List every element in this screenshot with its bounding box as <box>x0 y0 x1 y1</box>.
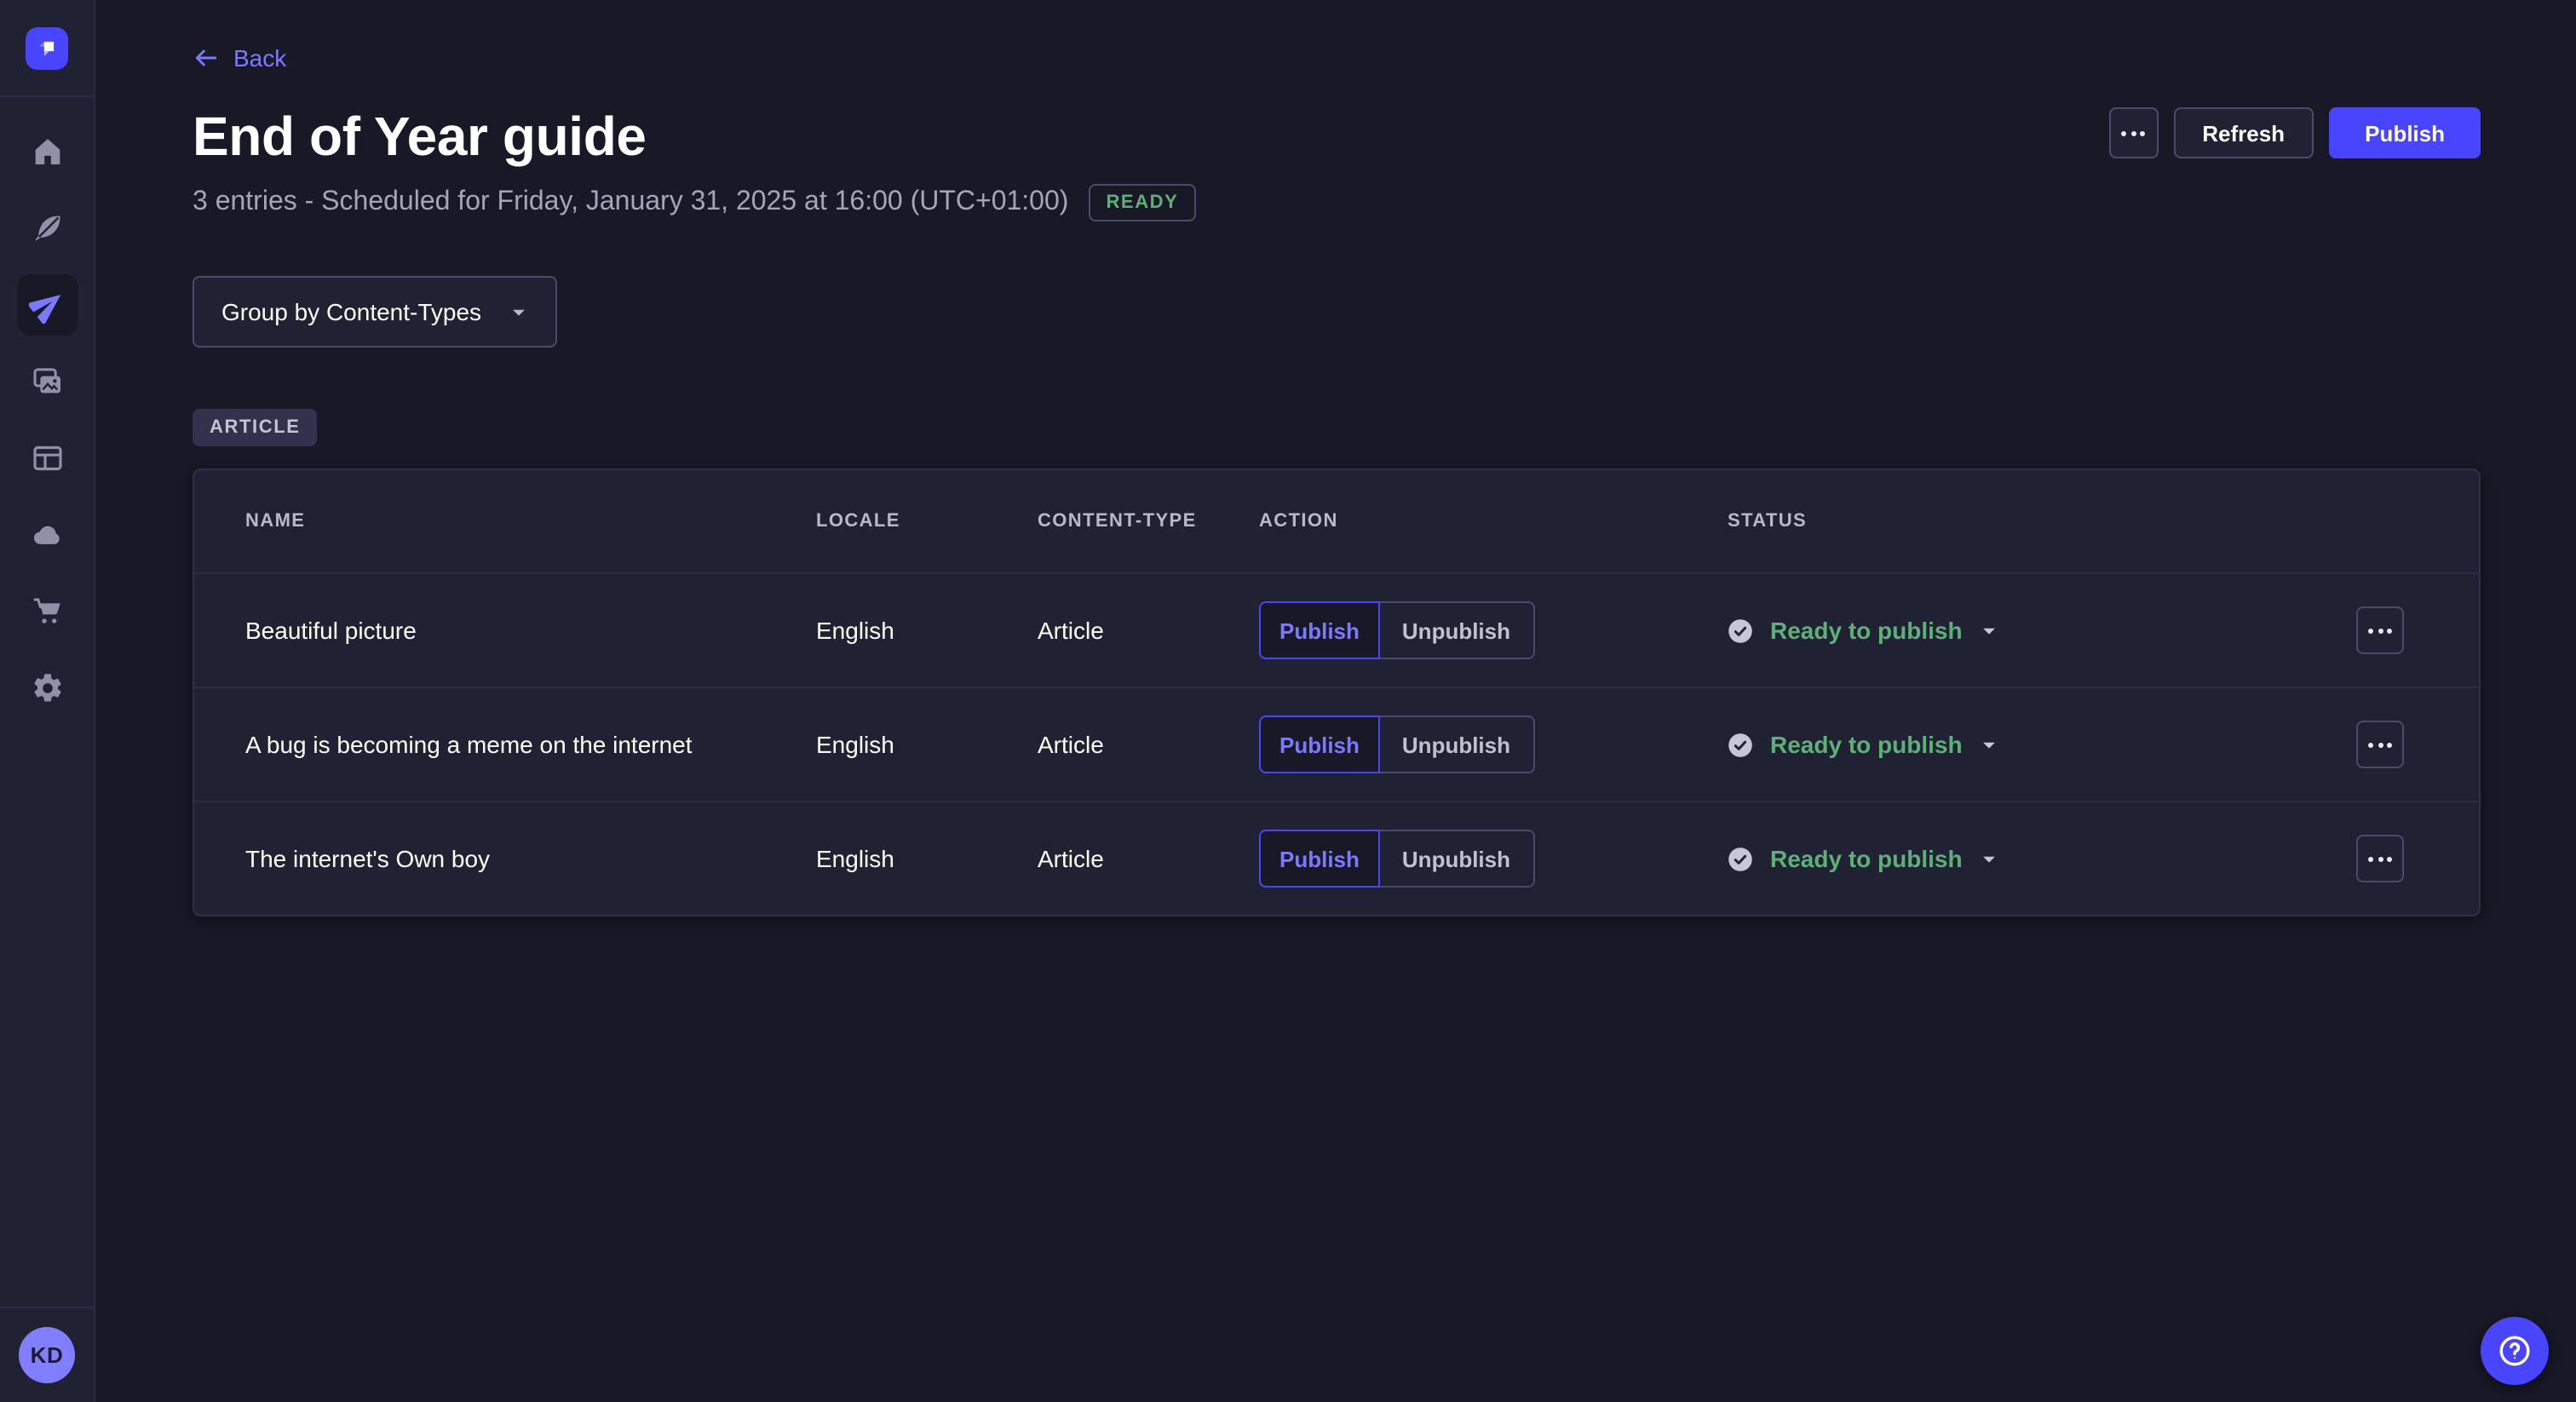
table-row: A bug is becoming a meme on the internet… <box>194 687 2479 801</box>
action-toggle: Publish Unpublish <box>1259 601 1699 659</box>
sidebar-footer: KD <box>0 1307 94 1402</box>
page-title: End of Year guide <box>193 104 647 169</box>
back-label: Back <box>233 44 286 72</box>
sidebar-item-deploy[interactable] <box>16 504 78 566</box>
home-icon <box>30 135 64 169</box>
entries-table: NAME LOCALE CONTENT-TYPE ACTION STATUS B… <box>193 468 2481 916</box>
sidebar-item-marketplace[interactable] <box>16 581 78 642</box>
group-by-select[interactable]: Group by Content-Types <box>193 276 556 348</box>
entry-name: A bug is becoming a meme on the internet <box>245 731 816 758</box>
entry-locale: English <box>816 845 1038 872</box>
entry-status[interactable]: Ready to publish <box>1699 845 2332 872</box>
check-circle-icon <box>1728 846 1753 871</box>
row-unpublish-button[interactable]: Unpublish <box>1380 715 1534 773</box>
entry-status[interactable]: Ready to publish <box>1699 617 2332 644</box>
column-locale: LOCALE <box>816 511 1038 531</box>
toolbar: Group by Content-Types <box>193 276 2481 348</box>
row-unpublish-button[interactable]: Unpublish <box>1380 830 1534 888</box>
ellipsis-icon <box>2368 628 2392 633</box>
question-mark-icon <box>2496 1332 2533 1370</box>
entry-content-type: Article <box>1038 617 1259 644</box>
ellipsis-icon <box>2368 742 2392 747</box>
title-row: End of Year guide Refresh Publish <box>193 104 2481 169</box>
table-header: NAME LOCALE CONTENT-TYPE ACTION STATUS <box>194 470 2479 572</box>
cloud-icon <box>28 518 66 552</box>
entry-name: Beautiful picture <box>245 617 816 644</box>
more-actions-button[interactable] <box>2108 107 2158 158</box>
gear-icon <box>30 671 64 705</box>
help-button[interactable] <box>2481 1317 2549 1385</box>
row-more-button[interactable] <box>2356 835 2404 882</box>
row-publish-button[interactable]: Publish <box>1259 715 1380 773</box>
group-by-label: Group by Content-Types <box>221 298 481 325</box>
paper-plane-icon <box>28 286 66 324</box>
action-toggle: Publish Unpublish <box>1259 715 1699 773</box>
sidebar-item-content-manager[interactable] <box>16 198 78 259</box>
row-more-button[interactable] <box>2356 721 2404 768</box>
sidebar-item-settings[interactable] <box>16 658 78 719</box>
chevron-down-icon <box>1980 849 1998 868</box>
status-text: Ready to publish <box>1770 845 1963 872</box>
subtitle-row: 3 entries - Scheduled for Friday, Januar… <box>193 184 2481 221</box>
avatar[interactable]: KD <box>19 1327 75 1383</box>
publish-release-button[interactable]: Publish <box>2329 107 2481 158</box>
chevron-down-icon <box>509 302 527 321</box>
sidebar-nav <box>0 97 94 1307</box>
strapi-logo-icon <box>34 35 60 60</box>
app-root: KD Back End of Year guide Refresh Publis… <box>0 0 2576 1402</box>
images-icon <box>30 365 64 399</box>
row-unpublish-button[interactable]: Unpublish <box>1380 601 1534 659</box>
entry-locale: English <box>816 731 1038 758</box>
entry-status[interactable]: Ready to publish <box>1699 731 2332 758</box>
layout-icon <box>30 441 64 475</box>
sidebar-item-media-library[interactable] <box>16 351 78 412</box>
check-circle-icon <box>1728 618 1753 643</box>
row-more-button[interactable] <box>2356 606 2404 654</box>
entry-name: The internet's Own boy <box>245 845 816 872</box>
sidebar-item-home[interactable] <box>16 121 78 182</box>
content-group-label: ARTICLE <box>193 409 2481 446</box>
main-content: Back End of Year guide Refresh Publish 3… <box>95 0 2576 1402</box>
sidebar-item-releases[interactable] <box>16 274 78 336</box>
chevron-down-icon <box>1980 735 1998 754</box>
row-publish-button[interactable]: Publish <box>1259 830 1380 888</box>
feather-icon <box>30 211 64 245</box>
ellipsis-icon <box>2368 856 2392 861</box>
header-actions: Refresh Publish <box>2108 107 2481 158</box>
column-action: ACTION <box>1259 511 1699 531</box>
chevron-down-icon <box>1980 621 1998 640</box>
status-text: Ready to publish <box>1770 617 1963 644</box>
table-row: Beautiful picture English Article Publis… <box>194 572 2479 687</box>
status-text: Ready to publish <box>1770 731 1963 758</box>
entry-content-type: Article <box>1038 731 1259 758</box>
action-toggle: Publish Unpublish <box>1259 830 1699 888</box>
sidebar-item-content-type-builder[interactable] <box>16 428 78 489</box>
check-circle-icon <box>1728 732 1753 757</box>
ellipsis-icon <box>2121 130 2145 135</box>
table-row: The internet's Own boy English Article P… <box>194 801 2479 915</box>
back-link[interactable]: Back <box>193 44 286 72</box>
status-badge: READY <box>1089 184 1195 221</box>
row-publish-button[interactable]: Publish <box>1259 601 1380 659</box>
arrow-left-icon <box>193 44 220 72</box>
column-content-type: CONTENT-TYPE <box>1038 511 1259 531</box>
sidebar: KD <box>0 0 95 1402</box>
cart-icon <box>30 595 64 629</box>
entry-locale: English <box>816 617 1038 644</box>
article-badge: ARTICLE <box>193 409 318 446</box>
refresh-button[interactable]: Refresh <box>2173 107 2314 158</box>
column-status: STATUS <box>1699 511 2332 531</box>
release-subtitle: 3 entries - Scheduled for Friday, Januar… <box>193 187 1068 218</box>
logo-block <box>0 0 94 97</box>
column-name: NAME <box>245 511 816 531</box>
entry-content-type: Article <box>1038 845 1259 872</box>
strapi-logo[interactable] <box>26 26 68 69</box>
